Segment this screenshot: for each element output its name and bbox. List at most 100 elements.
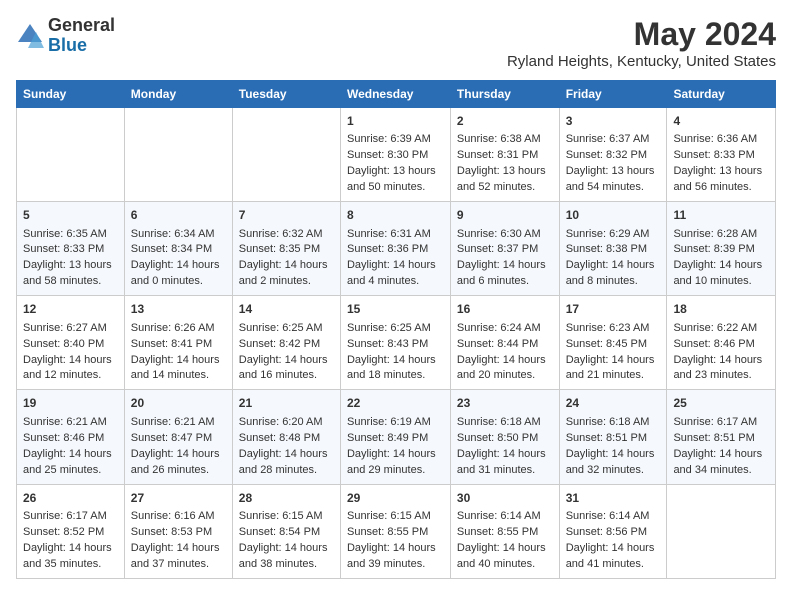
calendar-cell: 3Sunrise: 6:37 AMSunset: 8:32 PMDaylight… <box>559 108 667 202</box>
week-row-3: 19 Sunrise: 6:21 AM Sunset: 8:46 PM Dayligh… <box>17 390 776 484</box>
cell-content-line: Sunset: 8:48 PM <box>239 432 320 444</box>
cell-content-line: Sunrise: 6:29 AM <box>566 228 650 240</box>
page-header: General Blue May 2024 Ryland Heights, Ke… <box>16 16 776 70</box>
cell-content-line: Sunset: 8:31 PM <box>457 149 538 161</box>
calendar-cell: 20Sunrise: 6:21 AMSunset: 8:47 PMDayligh… <box>124 390 232 484</box>
day-number: 30 <box>457 490 553 507</box>
week-row-2: 12Sunrise: 6:27 AMSunset: 8:40 PMDayligh… <box>17 296 776 390</box>
cell-content-line: Sunset: 8:33 PM <box>673 149 754 161</box>
main-title: May 2024 <box>507 16 776 53</box>
cell-content-line: Sunset: 8:46 PM <box>23 432 104 444</box>
calendar-cell: 19Sunrise: 6:21 AMSunset: 8:46 PMDayligh… <box>17 390 125 484</box>
cell-content-line: and 20 minutes. <box>457 369 535 381</box>
cell-content-line: Daylight: 14 hours <box>457 354 546 366</box>
calendar-cell <box>667 484 776 578</box>
subtitle: Ryland Heights, Kentucky, United States <box>507 53 776 70</box>
cell-content-line: Sunset: 8:54 PM <box>239 526 320 538</box>
day-number: 20 <box>131 395 226 412</box>
day-number: 25 <box>673 395 769 412</box>
cell-content-line: Sunrise: 6:17 AM <box>673 416 757 428</box>
calendar-cell: 24Sunrise: 6:18 AMSunset: 8:51 PMDayligh… <box>559 390 667 484</box>
calendar-cell: 13Sunrise: 6:26 AMSunset: 8:41 PMDayligh… <box>124 296 232 390</box>
cell-content-line: Daylight: 14 hours <box>457 259 546 271</box>
cell-content-line: Sunset: 8:42 PM <box>239 338 320 350</box>
calendar-cell: 2Sunrise: 6:38 AMSunset: 8:31 PMDaylight… <box>450 108 559 202</box>
day-number: 4 <box>673 113 769 130</box>
calendar-cell: 12Sunrise: 6:27 AMSunset: 8:40 PMDayligh… <box>17 296 125 390</box>
cell-content-line: and 37 minutes. <box>131 558 209 570</box>
cell-content-line: Daylight: 14 hours <box>239 259 328 271</box>
cell-content-line: Sunset: 8:50 PM <box>457 432 538 444</box>
logo-icon <box>16 22 44 50</box>
cell-content-line: Daylight: 14 hours <box>673 448 762 460</box>
day-number: 17 <box>566 301 661 318</box>
cell-content-line: and 56 minutes. <box>673 181 751 193</box>
cell-content-line: Daylight: 14 hours <box>239 354 328 366</box>
cell-content-line: Daylight: 14 hours <box>131 448 220 460</box>
day-number: 11 <box>673 207 769 224</box>
cell-content-line: Sunrise: 6:20 AM <box>239 416 323 428</box>
cell-content-line: and 38 minutes. <box>239 558 317 570</box>
calendar-cell: 17Sunrise: 6:23 AMSunset: 8:45 PMDayligh… <box>559 296 667 390</box>
calendar-cell <box>232 108 340 202</box>
cell-content-line: and 18 minutes. <box>347 369 425 381</box>
cell-content-line: Sunrise: 6:36 AM <box>673 133 757 145</box>
day-number: 24 <box>566 395 661 412</box>
cell-content-line: and 16 minutes. <box>239 369 317 381</box>
calendar-cell: 27Sunrise: 6:16 AMSunset: 8:53 PMDayligh… <box>124 484 232 578</box>
day-number: 21 <box>239 395 334 412</box>
cell-content-line: Daylight: 14 hours <box>131 354 220 366</box>
day-number: 28 <box>239 490 334 507</box>
cell-content-line: Daylight: 13 hours <box>347 165 436 177</box>
calendar-cell: 15Sunrise: 6:25 AMSunset: 8:43 PMDayligh… <box>340 296 450 390</box>
calendar-cell: 10Sunrise: 6:29 AMSunset: 8:38 PMDayligh… <box>559 202 667 296</box>
calendar-cell: 29Sunrise: 6:15 AMSunset: 8:55 PMDayligh… <box>340 484 450 578</box>
cell-content-line: Sunset: 8:33 PM <box>23 243 104 255</box>
header-saturday: Saturday <box>667 81 776 108</box>
logo-blue: Blue <box>48 36 115 56</box>
cell-content-line: and 35 minutes. <box>23 558 101 570</box>
cell-content-line: Sunset: 8:56 PM <box>566 526 647 538</box>
cell-content-line: Daylight: 14 hours <box>566 259 655 271</box>
calendar-cell: 18Sunrise: 6:22 AMSunset: 8:46 PMDayligh… <box>667 296 776 390</box>
cell-content-line: and 29 minutes. <box>347 464 425 476</box>
cell-content-line: Sunrise: 6:26 AM <box>131 322 215 334</box>
cell-content-line: Sunset: 8:44 PM <box>457 338 538 350</box>
calendar-cell: 9Sunrise: 6:30 AMSunset: 8:37 PMDaylight… <box>450 202 559 296</box>
cell-content-line: Sunset: 8:47 PM <box>131 432 212 444</box>
cell-content-line: Daylight: 14 hours <box>347 354 436 366</box>
day-number: 8 <box>347 207 444 224</box>
calendar-cell: 26Sunrise: 6:17 AMSunset: 8:52 PMDayligh… <box>17 484 125 578</box>
week-row-4: 26Sunrise: 6:17 AMSunset: 8:52 PMDayligh… <box>17 484 776 578</box>
cell-content-line: Sunrise: 6:38 AM <box>457 133 541 145</box>
cell-content-line: Sunset: 8:51 PM <box>673 432 754 444</box>
day-number: 19 <box>23 395 118 412</box>
header-sunday: Sunday <box>17 81 125 108</box>
cell-content-line: Sunrise: 6:25 AM <box>239 322 323 334</box>
cell-content-line: Sunrise: 6:32 AM <box>239 228 323 240</box>
day-number: 13 <box>131 301 226 318</box>
cell-content-line: Sunrise: 6:15 AM <box>347 510 431 522</box>
cell-content-line: Daylight: 13 hours <box>457 165 546 177</box>
cell-content-line: and 23 minutes. <box>673 369 751 381</box>
cell-content-line: and 28 minutes. <box>239 464 317 476</box>
day-number: 1 <box>347 113 444 130</box>
calendar-cell: 11Sunrise: 6:28 AMSunset: 8:39 PMDayligh… <box>667 202 776 296</box>
cell-content-line: Sunrise: 6:19 AM <box>347 416 431 428</box>
cell-content-line: Sunset: 8:37 PM <box>457 243 538 255</box>
cell-content-line: Sunrise: 6:23 AM <box>566 322 650 334</box>
cell-content-line: Sunrise: 6:37 AM <box>566 133 650 145</box>
cell-content-line: Sunrise: 6:21 AM <box>23 416 107 428</box>
cell-content-line: Sunset: 8:51 PM <box>566 432 647 444</box>
calendar-cell: 14Sunrise: 6:25 AMSunset: 8:42 PMDayligh… <box>232 296 340 390</box>
cell-content-line: Sunrise: 6:18 AM <box>566 416 650 428</box>
cell-content-line: Sunrise: 6:27 AM <box>23 322 107 334</box>
cell-content-line: Sunrise: 6:39 AM <box>347 133 431 145</box>
cell-content-line: Daylight: 14 hours <box>673 259 762 271</box>
cell-content-line: and 26 minutes. <box>131 464 209 476</box>
cell-content-line: and 0 minutes. <box>131 275 203 287</box>
cell-content-line: Sunrise: 6:15 AM <box>239 510 323 522</box>
logo: General Blue <box>16 16 115 56</box>
cell-content-line: Daylight: 14 hours <box>566 542 655 554</box>
cell-content-line: Sunset: 8:34 PM <box>131 243 212 255</box>
